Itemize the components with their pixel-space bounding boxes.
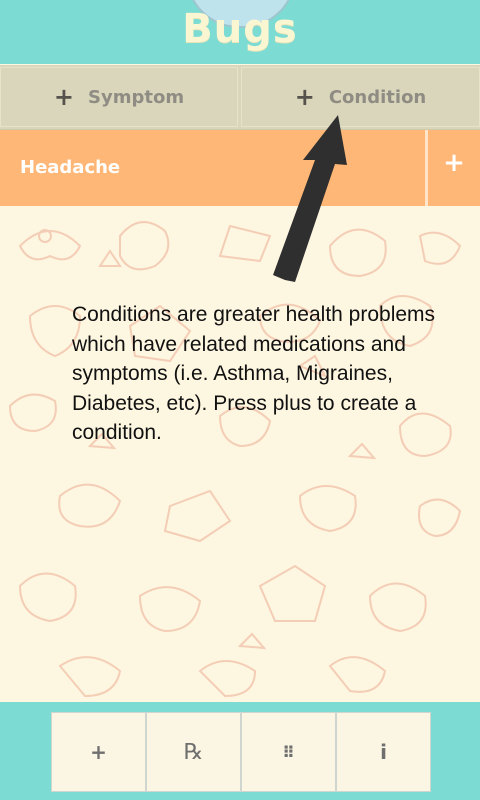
- row-divider: [425, 130, 428, 206]
- doodle-background: [0, 206, 480, 702]
- app-title: Bugs: [182, 6, 298, 52]
- nav-add-button[interactable]: +: [51, 712, 146, 792]
- prescription-icon: ℞: [183, 739, 204, 765]
- add-condition-label: Condition: [328, 86, 427, 108]
- app-screen: Bugs + Symptom + Condition Headache + Co…: [0, 0, 480, 800]
- add-condition-button[interactable]: + Condition: [241, 67, 480, 127]
- nav-info-button[interactable]: i: [336, 712, 431, 792]
- info-icon: i: [380, 740, 387, 764]
- condition-name: Headache: [20, 157, 121, 178]
- add-bar: + Symptom + Condition: [0, 65, 480, 131]
- nav-grid-button[interactable]: ⠿: [241, 712, 336, 792]
- plus-icon: +: [90, 740, 107, 764]
- add-to-condition-button[interactable]: +: [440, 148, 468, 178]
- plus-icon: +: [294, 83, 315, 111]
- grid-icon: ⠿: [282, 742, 295, 762]
- onboarding-hint-text: Conditions are greater health problems w…: [72, 303, 436, 444]
- condition-row[interactable]: Headache +: [0, 130, 480, 206]
- nav-medications-button[interactable]: ℞: [146, 712, 241, 792]
- add-symptom-button[interactable]: + Symptom: [0, 67, 238, 127]
- bottom-nav: + ℞ ⠿ i: [0, 702, 480, 800]
- plus-icon: +: [53, 83, 75, 111]
- app-header: Bugs: [0, 0, 480, 64]
- add-symptom-label: Symptom: [88, 86, 185, 108]
